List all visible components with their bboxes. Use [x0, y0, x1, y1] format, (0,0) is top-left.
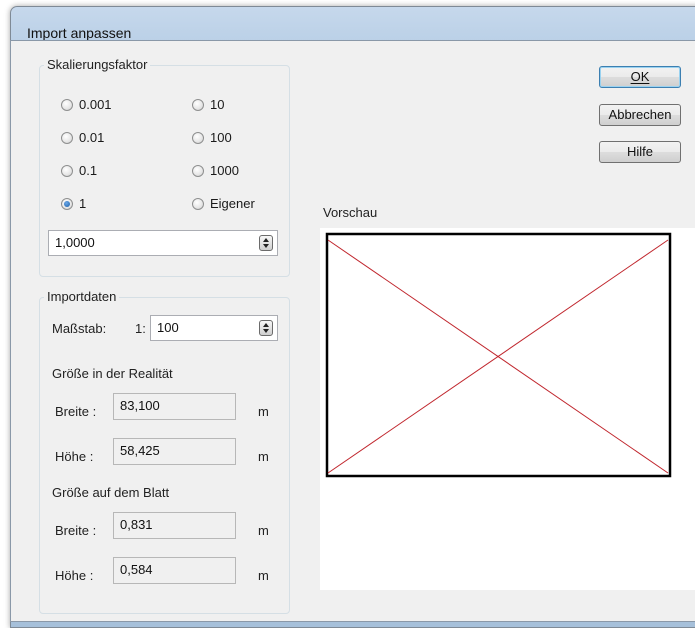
preview-label: Vorschau — [323, 205, 378, 220]
radio-scale-1000[interactable]: 1000 — [192, 163, 239, 178]
radio-scale-0-001[interactable]: 0.001 — [61, 97, 112, 112]
sheet-width-unit: m — [258, 523, 269, 538]
reality-size-heading: Größe in der Realität — [52, 366, 173, 381]
radio-scale-10[interactable]: 10 — [192, 97, 224, 112]
scale-label: Maßstab: — [52, 321, 107, 336]
radio-indicator — [61, 164, 73, 177]
preview-drawing — [325, 232, 672, 478]
sheet-height-field: 0,584 — [113, 557, 236, 584]
reality-width-field: 83,100 — [113, 393, 236, 420]
import-data-legend: Importdaten — [44, 289, 120, 304]
cancel-button[interactable]: Abbrechen — [599, 104, 681, 126]
radio-label: 0.001 — [79, 97, 112, 112]
radio-scale-100[interactable]: 100 — [192, 130, 232, 145]
radio-label: 1 — [79, 196, 87, 211]
scale-prefix: 1: — [135, 321, 146, 336]
radio-indicator — [192, 131, 204, 144]
ok-button[interactable]: OK — [599, 66, 681, 88]
radio-scale-0-01[interactable]: 0.01 — [61, 130, 104, 145]
reality-height-label: Höhe : — [55, 449, 94, 464]
radio-label: 0.1 — [79, 163, 98, 178]
reality-width-unit: m — [258, 404, 269, 419]
reality-height-field: 58,425 — [113, 438, 236, 465]
radio-indicator — [61, 131, 73, 144]
scale-factor-spinner-icon[interactable] — [259, 235, 273, 251]
window-title: Import anpassen — [27, 25, 132, 41]
reality-width-label: Breite : — [55, 404, 97, 419]
scale-factor-legend: Skalierungsfaktor — [44, 57, 151, 72]
radio-scale-custom[interactable]: Eigener — [192, 196, 255, 211]
radio-scale-1[interactable]: 1 — [61, 196, 86, 211]
radio-label: 10 — [210, 97, 225, 112]
radio-indicator — [192, 197, 204, 210]
help-button[interactable]: Hilfe — [599, 141, 681, 163]
scale-factor-input[interactable]: 1,0000 — [48, 230, 278, 256]
sheet-width-label: Breite : — [55, 523, 97, 538]
sheet-width-field: 0,831 — [113, 512, 236, 539]
radio-label: Eigener — [210, 196, 255, 211]
scale-spinner-icon[interactable] — [259, 320, 273, 336]
radio-label: 1000 — [210, 163, 239, 178]
radio-label: 0.01 — [79, 130, 105, 145]
ok-button-label: OK — [630, 69, 650, 84]
radio-indicator — [61, 197, 73, 210]
radio-indicator — [192, 98, 204, 111]
radio-scale-0-1[interactable]: 0.1 — [61, 163, 97, 178]
sheet-height-label: Höhe : — [55, 568, 94, 583]
preview-area — [320, 228, 695, 590]
dialog-client-area: Skalierungsfaktor 0.001 0.01 0.1 1 10 10… — [10, 40, 695, 622]
radio-indicator — [61, 98, 73, 111]
sheet-height-unit: m — [258, 568, 269, 583]
radio-indicator — [192, 164, 204, 177]
reality-height-unit: m — [258, 449, 269, 464]
radio-label: 100 — [210, 130, 232, 145]
sheet-size-heading: Größe auf dem Blatt — [52, 485, 170, 500]
